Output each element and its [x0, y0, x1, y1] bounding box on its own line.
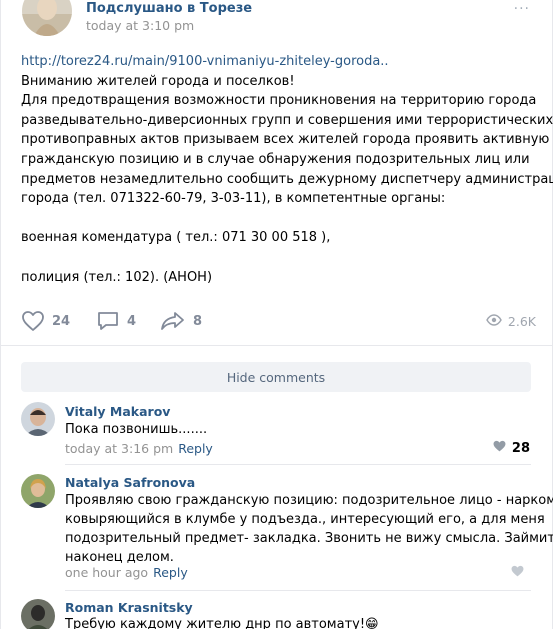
post-text: http://torez24.ru/main/9100-vnimaniyu-zh… [21, 52, 553, 287]
comment-timestamp[interactable]: one hour ago [65, 565, 148, 580]
post-line-police: полиция (тел.: 102). (АНОН) [21, 269, 213, 285]
comment-line: Требую каждому жителю днр по автомату!😁 [65, 617, 379, 629]
comment-like-count: 28 [511, 440, 530, 456]
post-line-military: военная комендатура ( тел.: 071 30 00 51… [21, 230, 331, 246]
comment-divider [65, 590, 531, 591]
comment-like-button[interactable]: 28 [493, 440, 530, 456]
comment-meta: today at 3:16 pm Reply [65, 441, 213, 456]
share-button[interactable]: 8 [160, 310, 202, 332]
comment-count: 4 [127, 313, 137, 329]
wall-post: Подслушано в Торезе today at 3:10 pm ···… [0, 0, 553, 629]
post-line: гражданскую позицию и в случае обнаружен… [21, 151, 530, 167]
eye-icon [486, 313, 508, 329]
more-options-icon[interactable]: ··· [514, 1, 530, 17]
share-count: 8 [193, 313, 203, 329]
hide-comments-button[interactable]: Hide comments [21, 362, 531, 392]
group-avatar[interactable] [22, 0, 72, 36]
comment-button[interactable]: 4 [96, 310, 136, 332]
comment-line: Пока позвонишь....... [65, 422, 208, 437]
heart-icon [493, 440, 512, 456]
post-line: Вниманию жителей города и поселков! [21, 73, 295, 89]
post-external-link[interactable]: http://torez24.ru/main/9100-vnimaniyu-zh… [21, 52, 541, 72]
comment-line: Проявляю свою гражданскую позицию: подоз… [65, 493, 553, 508]
views-count: 2.6K [507, 313, 536, 329]
reply-link[interactable]: Reply [153, 565, 188, 580]
comment-author-link[interactable]: Roman Krasnitsky [65, 600, 193, 615]
comment-like-button[interactable] [511, 565, 530, 581]
group-name-link[interactable]: Подслушано в Торезе [86, 1, 252, 16]
comment-divider [65, 464, 531, 465]
comment-author-link[interactable]: Natalya Safronova [65, 475, 195, 490]
share-arrow-icon [160, 310, 193, 332]
comment-text: Требую каждому жителю днр по автомату!😁 [65, 615, 535, 629]
heart-icon [21, 310, 52, 332]
comment-meta: one hour ago Reply [65, 565, 188, 580]
post-line: Для предотвращения возможности проникнов… [21, 93, 537, 109]
post-line: предметов незамедлительно сообщить дежур… [21, 171, 553, 187]
post-blank-line [21, 248, 541, 268]
post-actions-bar: 24 4 8 2.6K [21, 310, 536, 332]
comment-text: Проявляю свою гражданскую позицию: подоз… [65, 491, 553, 567]
comment-line: подозрительный предмет- закладка. Звонит… [65, 531, 553, 546]
comment-text: Пока позвонишь....... [65, 420, 535, 439]
avatar[interactable] [21, 474, 55, 508]
views-counter: 2.6K [486, 310, 536, 332]
post-timestamp[interactable]: today at 3:10 pm [86, 18, 194, 33]
post-blank-line [21, 209, 541, 229]
post-line: противоправных актов призываем всех жите… [21, 132, 550, 148]
comment-timestamp[interactable]: today at 3:16 pm [65, 441, 173, 456]
post-line: разведывательно-диверсионных групп и сов… [21, 112, 553, 128]
like-count: 24 [52, 313, 71, 329]
comment-bubble-icon [96, 310, 127, 332]
comment-author-link[interactable]: Vitaly Makarov [65, 404, 170, 419]
comment-line: ковыряющийся в клумбе у подъезда., интер… [65, 512, 545, 527]
like-button[interactable]: 24 [21, 310, 70, 332]
avatar[interactable] [21, 599, 55, 629]
avatar[interactable] [21, 402, 55, 436]
post-line: города (тел. 071322-60-79, 3-03-11), в к… [21, 191, 446, 207]
divider [1, 345, 553, 346]
reply-link[interactable]: Reply [178, 441, 213, 456]
heart-icon [511, 565, 530, 581]
